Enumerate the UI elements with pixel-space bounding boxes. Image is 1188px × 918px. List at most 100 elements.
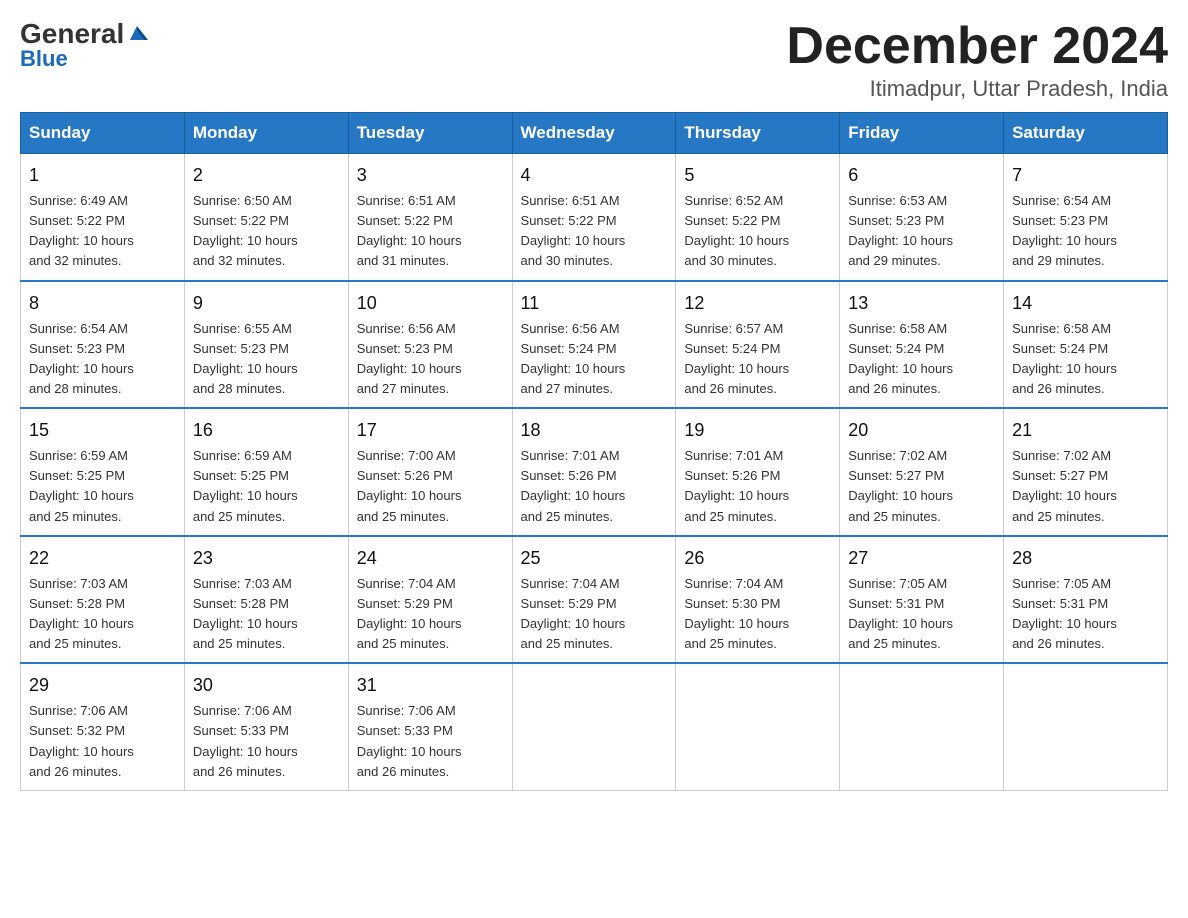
calendar-cell: 25 Sunrise: 7:04 AMSunset: 5:29 PMDaylig…: [512, 536, 676, 664]
calendar-week-row: 8 Sunrise: 6:54 AMSunset: 5:23 PMDayligh…: [21, 281, 1168, 409]
day-info: Sunrise: 6:51 AMSunset: 5:22 PMDaylight:…: [521, 191, 668, 272]
day-info: Sunrise: 6:58 AMSunset: 5:24 PMDaylight:…: [1012, 319, 1159, 400]
day-info: Sunrise: 7:03 AMSunset: 5:28 PMDaylight:…: [29, 574, 176, 655]
calendar-cell: 9 Sunrise: 6:55 AMSunset: 5:23 PMDayligh…: [184, 281, 348, 409]
day-number: 12: [684, 290, 831, 317]
day-info: Sunrise: 7:05 AMSunset: 5:31 PMDaylight:…: [1012, 574, 1159, 655]
logo-triangle-icon: [126, 22, 148, 44]
calendar-cell: 8 Sunrise: 6:54 AMSunset: 5:23 PMDayligh…: [21, 281, 185, 409]
calendar-cell: 17 Sunrise: 7:00 AMSunset: 5:26 PMDaylig…: [348, 408, 512, 536]
day-number: 1: [29, 162, 176, 189]
day-number: 9: [193, 290, 340, 317]
calendar-cell: 12 Sunrise: 6:57 AMSunset: 5:24 PMDaylig…: [676, 281, 840, 409]
calendar-cell: 19 Sunrise: 7:01 AMSunset: 5:26 PMDaylig…: [676, 408, 840, 536]
calendar-week-row: 29 Sunrise: 7:06 AMSunset: 5:32 PMDaylig…: [21, 663, 1168, 790]
calendar-cell: 15 Sunrise: 6:59 AMSunset: 5:25 PMDaylig…: [21, 408, 185, 536]
day-number: 26: [684, 545, 831, 572]
calendar-cell: 23 Sunrise: 7:03 AMSunset: 5:28 PMDaylig…: [184, 536, 348, 664]
day-number: 17: [357, 417, 504, 444]
logo-general: General: [20, 20, 124, 48]
day-number: 14: [1012, 290, 1159, 317]
calendar-cell: 11 Sunrise: 6:56 AMSunset: 5:24 PMDaylig…: [512, 281, 676, 409]
calendar-cell: 18 Sunrise: 7:01 AMSunset: 5:26 PMDaylig…: [512, 408, 676, 536]
day-info: Sunrise: 6:54 AMSunset: 5:23 PMDaylight:…: [1012, 191, 1159, 272]
calendar-cell: 1 Sunrise: 6:49 AMSunset: 5:22 PMDayligh…: [21, 154, 185, 281]
logo: General Blue: [20, 20, 148, 72]
day-number: 10: [357, 290, 504, 317]
day-number: 5: [684, 162, 831, 189]
day-info: Sunrise: 6:54 AMSunset: 5:23 PMDaylight:…: [29, 319, 176, 400]
day-number: 19: [684, 417, 831, 444]
weekday-header-thursday: Thursday: [676, 113, 840, 154]
calendar-cell: 22 Sunrise: 7:03 AMSunset: 5:28 PMDaylig…: [21, 536, 185, 664]
day-number: 8: [29, 290, 176, 317]
calendar-week-row: 15 Sunrise: 6:59 AMSunset: 5:25 PMDaylig…: [21, 408, 1168, 536]
day-info: Sunrise: 6:49 AMSunset: 5:22 PMDaylight:…: [29, 191, 176, 272]
location-title: Itimadpur, Uttar Pradesh, India: [786, 76, 1168, 102]
day-number: 20: [848, 417, 995, 444]
day-number: 29: [29, 672, 176, 699]
weekday-header-sunday: Sunday: [21, 113, 185, 154]
calendar-cell: [676, 663, 840, 790]
day-info: Sunrise: 7:05 AMSunset: 5:31 PMDaylight:…: [848, 574, 995, 655]
day-info: Sunrise: 7:04 AMSunset: 5:30 PMDaylight:…: [684, 574, 831, 655]
day-info: Sunrise: 7:02 AMSunset: 5:27 PMDaylight:…: [848, 446, 995, 527]
day-info: Sunrise: 7:01 AMSunset: 5:26 PMDaylight:…: [521, 446, 668, 527]
day-number: 23: [193, 545, 340, 572]
weekday-header-monday: Monday: [184, 113, 348, 154]
calendar-cell: [512, 663, 676, 790]
day-number: 13: [848, 290, 995, 317]
calendar-cell: 28 Sunrise: 7:05 AMSunset: 5:31 PMDaylig…: [1004, 536, 1168, 664]
title-block: December 2024 Itimadpur, Uttar Pradesh, …: [786, 20, 1168, 102]
day-info: Sunrise: 6:58 AMSunset: 5:24 PMDaylight:…: [848, 319, 995, 400]
calendar-cell: 27 Sunrise: 7:05 AMSunset: 5:31 PMDaylig…: [840, 536, 1004, 664]
day-number: 15: [29, 417, 176, 444]
day-info: Sunrise: 7:06 AMSunset: 5:33 PMDaylight:…: [357, 701, 504, 782]
day-info: Sunrise: 6:59 AMSunset: 5:25 PMDaylight:…: [193, 446, 340, 527]
calendar-cell: 21 Sunrise: 7:02 AMSunset: 5:27 PMDaylig…: [1004, 408, 1168, 536]
day-number: 7: [1012, 162, 1159, 189]
calendar-week-row: 1 Sunrise: 6:49 AMSunset: 5:22 PMDayligh…: [21, 154, 1168, 281]
month-title: December 2024: [786, 20, 1168, 72]
day-number: 22: [29, 545, 176, 572]
day-number: 11: [521, 290, 668, 317]
calendar-cell: 26 Sunrise: 7:04 AMSunset: 5:30 PMDaylig…: [676, 536, 840, 664]
day-number: 27: [848, 545, 995, 572]
calendar-cell: 29 Sunrise: 7:06 AMSunset: 5:32 PMDaylig…: [21, 663, 185, 790]
day-number: 2: [193, 162, 340, 189]
day-info: Sunrise: 7:06 AMSunset: 5:32 PMDaylight:…: [29, 701, 176, 782]
day-info: Sunrise: 7:01 AMSunset: 5:26 PMDaylight:…: [684, 446, 831, 527]
day-number: 3: [357, 162, 504, 189]
day-number: 6: [848, 162, 995, 189]
day-info: Sunrise: 6:59 AMSunset: 5:25 PMDaylight:…: [29, 446, 176, 527]
calendar-cell: 14 Sunrise: 6:58 AMSunset: 5:24 PMDaylig…: [1004, 281, 1168, 409]
calendar-cell: [1004, 663, 1168, 790]
calendar-cell: 5 Sunrise: 6:52 AMSunset: 5:22 PMDayligh…: [676, 154, 840, 281]
calendar-cell: 20 Sunrise: 7:02 AMSunset: 5:27 PMDaylig…: [840, 408, 1004, 536]
day-info: Sunrise: 7:04 AMSunset: 5:29 PMDaylight:…: [521, 574, 668, 655]
calendar-cell: 31 Sunrise: 7:06 AMSunset: 5:33 PMDaylig…: [348, 663, 512, 790]
day-number: 31: [357, 672, 504, 699]
day-number: 21: [1012, 417, 1159, 444]
calendar-cell: 6 Sunrise: 6:53 AMSunset: 5:23 PMDayligh…: [840, 154, 1004, 281]
day-number: 16: [193, 417, 340, 444]
weekday-header-friday: Friday: [840, 113, 1004, 154]
day-info: Sunrise: 6:56 AMSunset: 5:23 PMDaylight:…: [357, 319, 504, 400]
calendar-cell: 10 Sunrise: 6:56 AMSunset: 5:23 PMDaylig…: [348, 281, 512, 409]
day-info: Sunrise: 7:04 AMSunset: 5:29 PMDaylight:…: [357, 574, 504, 655]
day-info: Sunrise: 7:03 AMSunset: 5:28 PMDaylight:…: [193, 574, 340, 655]
calendar-cell: 13 Sunrise: 6:58 AMSunset: 5:24 PMDaylig…: [840, 281, 1004, 409]
calendar-cell: 16 Sunrise: 6:59 AMSunset: 5:25 PMDaylig…: [184, 408, 348, 536]
day-info: Sunrise: 6:52 AMSunset: 5:22 PMDaylight:…: [684, 191, 831, 272]
weekday-header-saturday: Saturday: [1004, 113, 1168, 154]
day-info: Sunrise: 7:02 AMSunset: 5:27 PMDaylight:…: [1012, 446, 1159, 527]
day-info: Sunrise: 6:51 AMSunset: 5:22 PMDaylight:…: [357, 191, 504, 272]
calendar-cell: 7 Sunrise: 6:54 AMSunset: 5:23 PMDayligh…: [1004, 154, 1168, 281]
day-info: Sunrise: 7:00 AMSunset: 5:26 PMDaylight:…: [357, 446, 504, 527]
calendar-cell: 4 Sunrise: 6:51 AMSunset: 5:22 PMDayligh…: [512, 154, 676, 281]
day-number: 28: [1012, 545, 1159, 572]
calendar-cell: 30 Sunrise: 7:06 AMSunset: 5:33 PMDaylig…: [184, 663, 348, 790]
day-number: 30: [193, 672, 340, 699]
day-number: 24: [357, 545, 504, 572]
calendar-cell: 3 Sunrise: 6:51 AMSunset: 5:22 PMDayligh…: [348, 154, 512, 281]
